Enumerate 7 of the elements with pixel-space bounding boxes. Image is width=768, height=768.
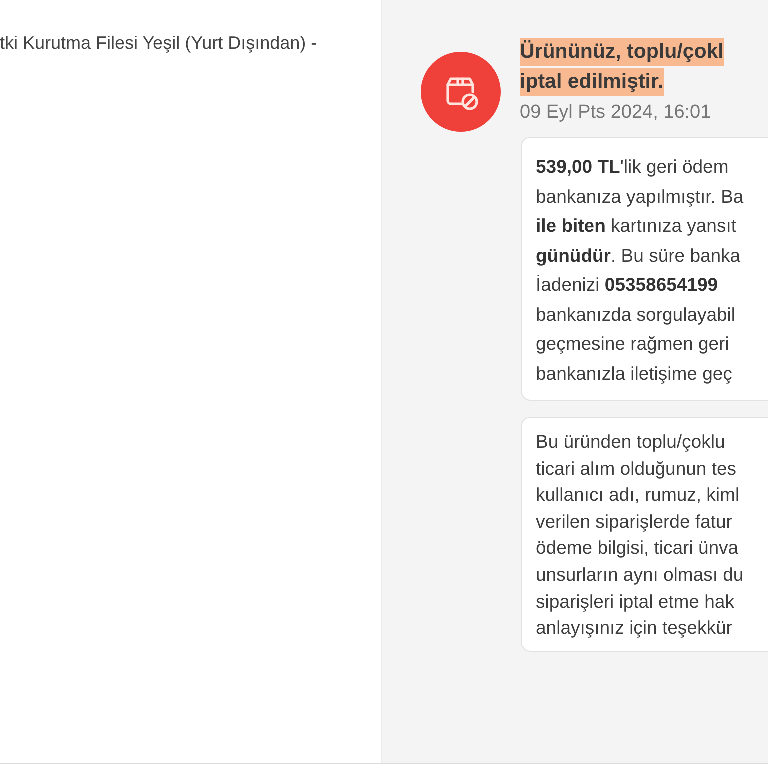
message-text: Bu üründen toplu/çoklu ticari alım olduğunun tes kullanıcı adı, rumuz, kiml verilen siparişlerde fatur ödeme bilgisi, ticari ünva unsurların aynı olması du siparişleri iptal etme hak anlayışınız için teşekkür	[536, 430, 745, 640]
message-text: 539,00 TL'lik geri ödem bankanıza yapılmıştır. Ba ile biten kartınıza yansıt günüdür. Bu süre banka İadenizi 05358654199 bankanızda sorgulayabil geçmesine rağmen geri bankanızla iletişime geç	[536, 155, 745, 386]
notification-title: Ürününüz, toplu/çokl	[520, 38, 724, 66]
timestamp: 09 Eyl Pts 2024, 16:01	[520, 101, 712, 125]
product-title: tki Kurutma Filesi Yeşil (Yurt Dışından) -	[0, 32, 318, 55]
cancelled-package-icon	[421, 52, 501, 132]
notification-title: iptal edilmiştir.	[520, 68, 664, 96]
